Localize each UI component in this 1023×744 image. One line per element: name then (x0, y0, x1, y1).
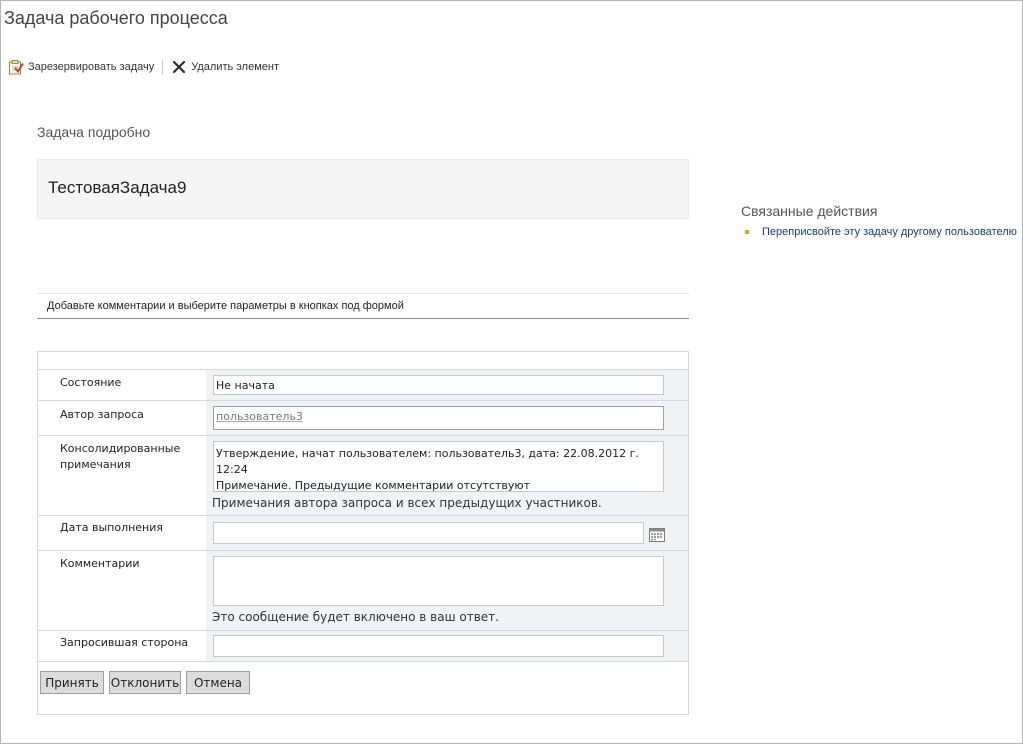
consolidated-comments-field: Утверждение, начат пользователем: пользо… (213, 441, 664, 492)
reassign-task-link[interactable]: Переприсвойте эту задачу другому пользов… (762, 226, 1017, 238)
reject-button[interactable]: Отклонить (109, 671, 181, 694)
form-row-due-date: Дата выполнения (38, 516, 688, 550)
calendar-icon[interactable] (649, 527, 665, 542)
comments-hint: Это сообщение будет включено в ваш ответ… (212, 610, 499, 624)
related-actions-heading: Связанные действия (741, 203, 878, 219)
consolidated-comments-label: Консолидированные примечания (60, 441, 180, 473)
consolidated-comments-line1: Утверждение, начат пользователем: пользо… (216, 447, 639, 476)
due-date-label: Дата выполнения (60, 521, 164, 534)
form-row-requester: Автор запроса пользователь3 (38, 401, 688, 435)
instruction-bottom-line (37, 318, 689, 319)
page-title: Задача рабочего процесса (4, 8, 228, 28)
form-row-consolidated-comments: Консолидированные примечания Утверждение… (38, 436, 688, 515)
consolidated-comments-hint: Примечания автора запроса и всех предыду… (212, 496, 602, 510)
task-form: Состояние Не начата Автор запроса пользо… (37, 351, 689, 715)
ribbon-toolbar: Зарезервировать задачу Удалить элемент (8, 58, 279, 76)
form-row-comments: Комментарии Это сообщение будет включено… (38, 551, 688, 630)
status-field: Не начата (213, 375, 664, 395)
task-name: ТестоваяЗадача9 (48, 178, 187, 197)
requester-people-field[interactable]: пользователь3 (213, 406, 664, 430)
instruction-top-line (37, 293, 689, 294)
form-row-divider (38, 661, 688, 662)
form-row-requesting-party: Запросившая сторона (38, 631, 688, 661)
accept-button[interactable]: Принять (40, 671, 104, 694)
consolidated-comments-line2: Примечание. Предыдущие комментарии отсут… (216, 479, 531, 492)
delete-item-button[interactable]: Удалить элемент (171, 59, 279, 75)
consolidated-label-line1: Консолидированные (60, 442, 181, 455)
task-checklist-icon (8, 59, 24, 75)
form-instruction: Добавьте комментарии и выберите параметр… (47, 300, 404, 312)
task-details-heading: Задача подробно (37, 124, 151, 140)
related-action-item: Переприсвойте эту задачу другому пользов… (745, 226, 1017, 238)
bullet-icon (745, 230, 749, 234)
requester-label: Автор запроса (60, 408, 144, 421)
toolbar-separator (162, 60, 164, 74)
reserve-task-label: Зарезервировать задачу (28, 61, 155, 73)
form-row-status: Состояние Не начата (38, 370, 688, 400)
requesting-party-label: Запросившая сторона (60, 636, 189, 649)
cancel-button[interactable]: Отмена (186, 671, 250, 694)
comments-label: Комментарии (60, 557, 140, 570)
status-label: Состояние (60, 376, 122, 389)
delete-item-label: Удалить элемент (191, 61, 280, 73)
task-title-box: ТестоваяЗадача9 (37, 159, 689, 219)
comments-textarea[interactable] (213, 556, 664, 606)
due-date-input[interactable] (213, 522, 644, 544)
requesting-party-input[interactable] (213, 635, 664, 657)
consolidated-label-line2: примечания (60, 458, 131, 471)
close-x-icon (171, 59, 187, 75)
reserve-task-button[interactable]: Зарезервировать задачу (8, 59, 154, 75)
